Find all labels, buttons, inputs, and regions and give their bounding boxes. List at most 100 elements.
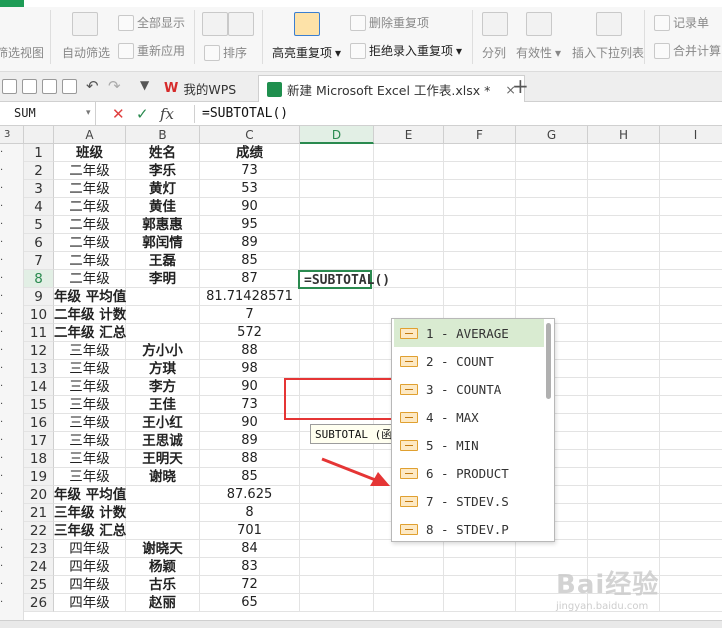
- empty-cell[interactable]: [588, 342, 660, 360]
- empty-cell[interactable]: [588, 216, 660, 234]
- row-header[interactable]: 12: [24, 342, 54, 360]
- empty-cell[interactable]: [444, 234, 516, 252]
- empty-cell[interactable]: [660, 270, 722, 288]
- cell-c[interactable]: 95: [200, 216, 300, 234]
- tab-workbook[interactable]: 新建 Microsoft Excel 工作表.xlsx * ×: [258, 75, 525, 102]
- empty-cell[interactable]: [516, 288, 588, 306]
- cell-b[interactable]: 李方: [126, 378, 200, 396]
- empty-cell[interactable]: [516, 252, 588, 270]
- cell-b[interactable]: [126, 306, 200, 324]
- empty-cell[interactable]: [660, 540, 722, 558]
- empty-cell[interactable]: [660, 216, 722, 234]
- empty-cell[interactable]: [516, 180, 588, 198]
- row-header[interactable]: 18: [24, 450, 54, 468]
- cell-b[interactable]: 王思诚: [126, 432, 200, 450]
- cell-c[interactable]: 成绩: [200, 144, 300, 162]
- cell-b[interactable]: 李乐: [126, 162, 200, 180]
- cell-c[interactable]: 90: [200, 198, 300, 216]
- cell-a[interactable]: 二年级 汇总: [54, 324, 126, 342]
- empty-cell[interactable]: [444, 252, 516, 270]
- empty-cell[interactable]: [374, 144, 444, 162]
- cell-c[interactable]: 8: [200, 504, 300, 522]
- cell-b[interactable]: 黄佳: [126, 198, 200, 216]
- filter-view-button[interactable]: 筛选视图: [0, 44, 44, 61]
- empty-cell[interactable]: [300, 288, 374, 306]
- cell-b[interactable]: [126, 324, 200, 342]
- print-icon[interactable]: [42, 79, 57, 94]
- cell-a[interactable]: 二年级: [54, 270, 126, 288]
- row-header[interactable]: 19: [24, 468, 54, 486]
- empty-cell[interactable]: [374, 180, 444, 198]
- cell-b[interactable]: [126, 504, 200, 522]
- empty-cell[interactable]: [300, 360, 374, 378]
- outline-level-button[interactable]: 3: [0, 126, 24, 144]
- column-header-c[interactable]: C: [200, 126, 300, 144]
- cell-b[interactable]: 方小小: [126, 342, 200, 360]
- row-header[interactable]: 25: [24, 576, 54, 594]
- empty-cell[interactable]: [588, 432, 660, 450]
- empty-cell[interactable]: [516, 162, 588, 180]
- empty-cell[interactable]: [588, 414, 660, 432]
- empty-cell[interactable]: [660, 468, 722, 486]
- empty-cell[interactable]: [588, 252, 660, 270]
- spreadsheet-grid[interactable]: 3 ABCDEFGHI · 1 班级 姓名 成绩 · 2 二年级 李乐 73 · 3 二年级 黄灯 53 · 4…: [0, 126, 722, 620]
- save-icon[interactable]: [2, 79, 17, 94]
- autocomplete-item[interactable]: 5 - MIN: [394, 431, 544, 459]
- row-header[interactable]: 16: [24, 414, 54, 432]
- empty-cell[interactable]: [444, 162, 516, 180]
- cell-a[interactable]: 三年级: [54, 432, 126, 450]
- empty-cell[interactable]: [444, 216, 516, 234]
- delete-duplicates-button[interactable]: 删除重复项: [350, 14, 429, 31]
- empty-cell[interactable]: [660, 396, 722, 414]
- formula-input[interactable]: =SUBTOTAL(): [202, 106, 288, 121]
- cell-b[interactable]: 谢晓: [126, 468, 200, 486]
- cell-a[interactable]: 三年级: [54, 468, 126, 486]
- cell-b[interactable]: 赵丽: [126, 594, 200, 612]
- highlight-duplicates-button[interactable]: 高亮重复项 ▾: [272, 44, 341, 61]
- empty-cell[interactable]: [660, 162, 722, 180]
- cell-a[interactable]: 二年级: [54, 234, 126, 252]
- empty-cell[interactable]: [444, 288, 516, 306]
- empty-cell[interactable]: [588, 468, 660, 486]
- cell-c[interactable]: 53: [200, 180, 300, 198]
- print-preview-icon[interactable]: [62, 79, 77, 94]
- empty-cell[interactable]: [300, 234, 374, 252]
- empty-cell[interactable]: [374, 198, 444, 216]
- row-header[interactable]: 14: [24, 378, 54, 396]
- cell-c[interactable]: 89: [200, 432, 300, 450]
- empty-cell[interactable]: [660, 504, 722, 522]
- row-header[interactable]: 23: [24, 540, 54, 558]
- active-cell-d8[interactable]: =SUBTOTAL(): [298, 270, 390, 289]
- cell-b[interactable]: 姓名: [126, 144, 200, 162]
- cell-a[interactable]: 三年级: [54, 378, 126, 396]
- empty-cell[interactable]: [300, 180, 374, 198]
- empty-cell[interactable]: [374, 162, 444, 180]
- new-tab-button[interactable]: +: [512, 74, 529, 98]
- autocomplete-item[interactable]: 6 - PRODUCT: [394, 459, 544, 487]
- cell-c[interactable]: 85: [200, 468, 300, 486]
- function-autocomplete-list[interactable]: 1 - AVERAGE 2 - COUNT 3 - COUNTA 4 - MAX 5 -…: [391, 318, 555, 542]
- cell-c[interactable]: 572: [200, 324, 300, 342]
- empty-cell[interactable]: [300, 594, 374, 612]
- empty-cell[interactable]: [300, 198, 374, 216]
- empty-cell[interactable]: [660, 144, 722, 162]
- cell-c[interactable]: 84: [200, 540, 300, 558]
- empty-cell[interactable]: [660, 252, 722, 270]
- empty-cell[interactable]: [300, 576, 374, 594]
- export-pdf-icon[interactable]: [22, 79, 37, 94]
- cell-a[interactable]: 三年级: [54, 396, 126, 414]
- empty-cell[interactable]: [588, 288, 660, 306]
- empty-cell[interactable]: [660, 180, 722, 198]
- row-header[interactable]: 24: [24, 558, 54, 576]
- quick-access-dropdown-icon[interactable]: ▼: [140, 78, 149, 92]
- cell-c[interactable]: 85: [200, 252, 300, 270]
- row-header[interactable]: 11: [24, 324, 54, 342]
- cell-b[interactable]: 郭惠惠: [126, 216, 200, 234]
- empty-cell[interactable]: [444, 144, 516, 162]
- row-header[interactable]: 13: [24, 360, 54, 378]
- column-header-a[interactable]: A: [54, 126, 126, 144]
- empty-cell[interactable]: [588, 144, 660, 162]
- row-header[interactable]: 7: [24, 252, 54, 270]
- confirm-formula-button[interactable]: ✓: [136, 104, 149, 124]
- column-header-h[interactable]: H: [588, 126, 660, 144]
